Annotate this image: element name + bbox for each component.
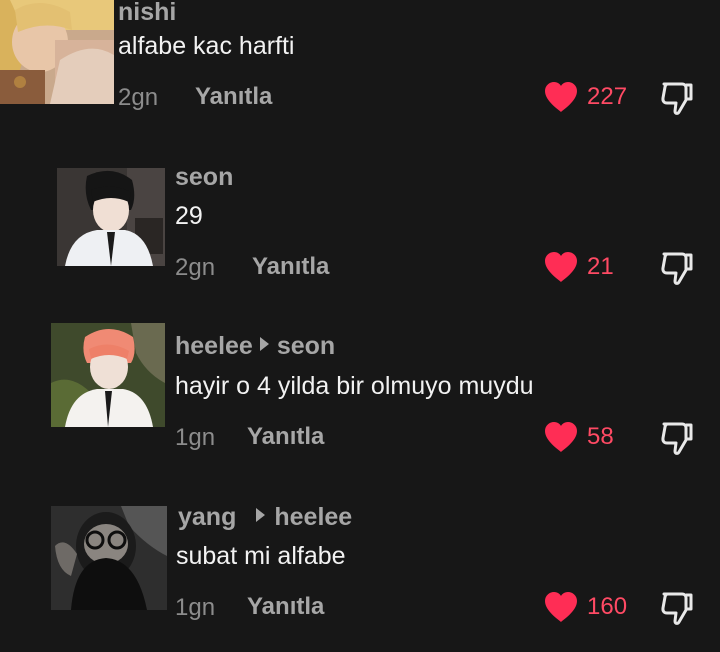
comment-thread: nishi alfabe kac harfti 2gn Yanıtla 227 (0, 0, 720, 652)
comment-time: 2gn (118, 84, 159, 111)
comment-time: 1gn (175, 594, 216, 621)
comment-username[interactable]: nishi (118, 0, 176, 27)
heart-icon (545, 592, 577, 622)
like-button[interactable]: 227 (543, 81, 627, 113)
like-button[interactable]: 58 (543, 421, 614, 453)
like-button[interactable]: 160 (543, 591, 627, 623)
thumbs-down-icon (661, 252, 693, 285)
thumbs-down-icon (661, 82, 693, 115)
like-count: 58 (587, 423, 614, 450)
avatar[interactable] (51, 323, 165, 427)
avatar[interactable] (51, 506, 167, 610)
comment-text: subat mi alfabe (176, 542, 346, 570)
username-text[interactable]: yang (178, 503, 236, 531)
username-text[interactable]: heelee (175, 332, 253, 360)
comment-username[interactable]: yang heelee (178, 502, 352, 532)
heart-icon (545, 82, 577, 112)
dislike-button[interactable] (660, 590, 694, 626)
like-button[interactable]: 21 (543, 251, 614, 283)
like-count: 21 (587, 253, 614, 280)
reply-button[interactable]: Yanıtla (252, 252, 329, 282)
reply-button[interactable]: Yanıtla (195, 82, 272, 112)
comment-text: hayir o 4 yilda bir olmuyo muydu (175, 372, 534, 400)
reply-to-username[interactable]: heelee (274, 503, 352, 531)
comment-time: 2gn (175, 254, 216, 281)
dislike-button[interactable] (660, 420, 694, 456)
thumbs-down-icon (661, 422, 693, 455)
comment-username[interactable]: heelee seon (175, 331, 335, 361)
like-count: 160 (587, 593, 628, 620)
comment-username[interactable]: seon (175, 162, 233, 192)
heart-icon (545, 252, 577, 282)
avatar[interactable] (57, 168, 165, 266)
reply-arrow-icon (259, 337, 269, 351)
reply-to-username[interactable]: seon (277, 332, 335, 360)
reply-button[interactable]: Yanıtla (247, 592, 324, 622)
heart-icon (545, 422, 577, 452)
reply-button[interactable]: Yanıtla (247, 422, 324, 452)
comment-text: alfabe kac harfti (118, 32, 295, 60)
thumbs-down-icon (661, 592, 693, 625)
avatar[interactable] (0, 0, 114, 104)
dislike-button[interactable] (660, 80, 694, 116)
reply-arrow-icon (256, 508, 266, 522)
comment-text: 29 (175, 202, 203, 230)
username-text[interactable]: nishi (118, 0, 176, 26)
dislike-button[interactable] (660, 250, 694, 286)
comment-time: 1gn (175, 424, 216, 451)
like-count: 227 (587, 83, 628, 110)
username-text[interactable]: seon (175, 163, 233, 191)
